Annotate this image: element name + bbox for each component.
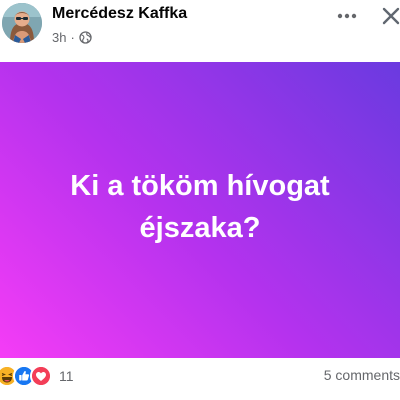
close-post-button[interactable]	[378, 3, 400, 29]
more-options-button[interactable]	[334, 4, 360, 28]
close-icon	[382, 7, 400, 25]
author-name[interactable]: Mercédesz Kaffka	[52, 5, 187, 23]
comments-count-link[interactable]: 5 comments	[324, 367, 400, 383]
post-footer: 11 5 comments	[0, 358, 400, 400]
reactions-summary[interactable]: 11	[0, 365, 74, 387]
post-timestamp[interactable]: 3h	[52, 30, 66, 45]
avatar-photo	[2, 3, 42, 43]
post-card: Mercédesz Kaffka 3h · Ki a tököm hívogat…	[0, 0, 400, 400]
meta-separator: ·	[70, 29, 75, 45]
love-icon	[30, 365, 52, 387]
more-horizontal-icon	[337, 13, 357, 19]
post-meta: 3h ·	[52, 28, 92, 46]
post-text: Ki a tököm hívogat éjszaka?	[70, 170, 330, 244]
reaction-count: 11	[59, 368, 74, 384]
globe-icon	[79, 30, 92, 44]
author-avatar[interactable]	[2, 3, 42, 43]
post-header: Mercédesz Kaffka 3h ·	[0, 0, 400, 62]
post-background[interactable]: Ki a tököm hívogat éjszaka?	[0, 62, 400, 358]
